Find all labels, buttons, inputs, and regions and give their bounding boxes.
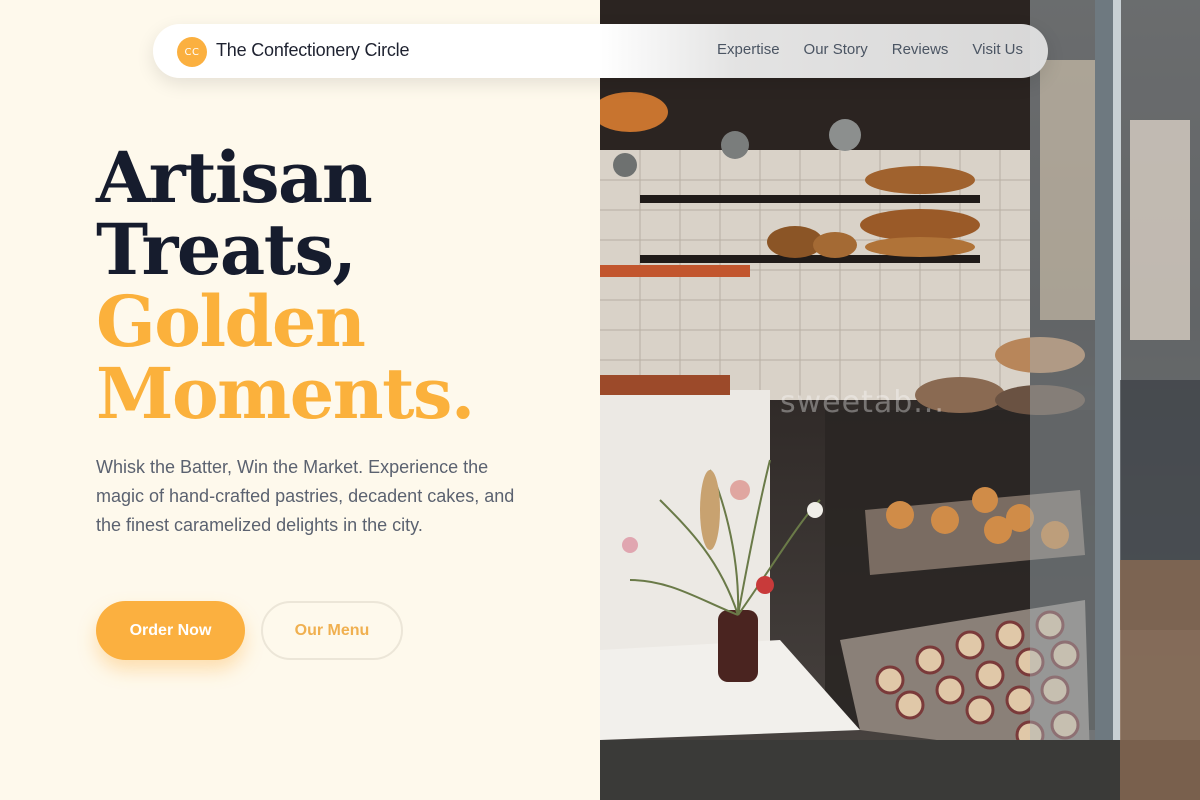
order-now-button[interactable]: Order Now (96, 601, 245, 660)
headline-line-1: Artisan (96, 136, 373, 219)
nav-link-reviews[interactable]: Reviews (892, 41, 949, 58)
logo-badge[interactable]: CC (177, 37, 207, 67)
nav-link-expertise[interactable]: Expertise (717, 41, 780, 58)
headline-line-2: Treats, (96, 208, 357, 291)
hero-headline: Artisan Treats, Golden Moments. (96, 136, 475, 435)
nav-link-our-story[interactable]: Our Story (804, 41, 868, 58)
nav-link-visit-us[interactable]: Visit Us (972, 41, 1023, 58)
top-navigation: CC The Confectionery Circle Expertise Ou… (153, 24, 1048, 78)
nav-links: Expertise Our Story Reviews Visit Us (717, 41, 1023, 58)
our-menu-button[interactable]: Our Menu (261, 601, 403, 660)
headline-line-4: Moments. (96, 352, 475, 435)
headline-line-3: Golden (96, 280, 366, 363)
photo-watermark: sweetab... (780, 385, 945, 420)
brand-name[interactable]: The Confectionery Circle (216, 40, 409, 61)
hero-description: Whisk the Batter, Win the Market. Experi… (96, 457, 515, 535)
